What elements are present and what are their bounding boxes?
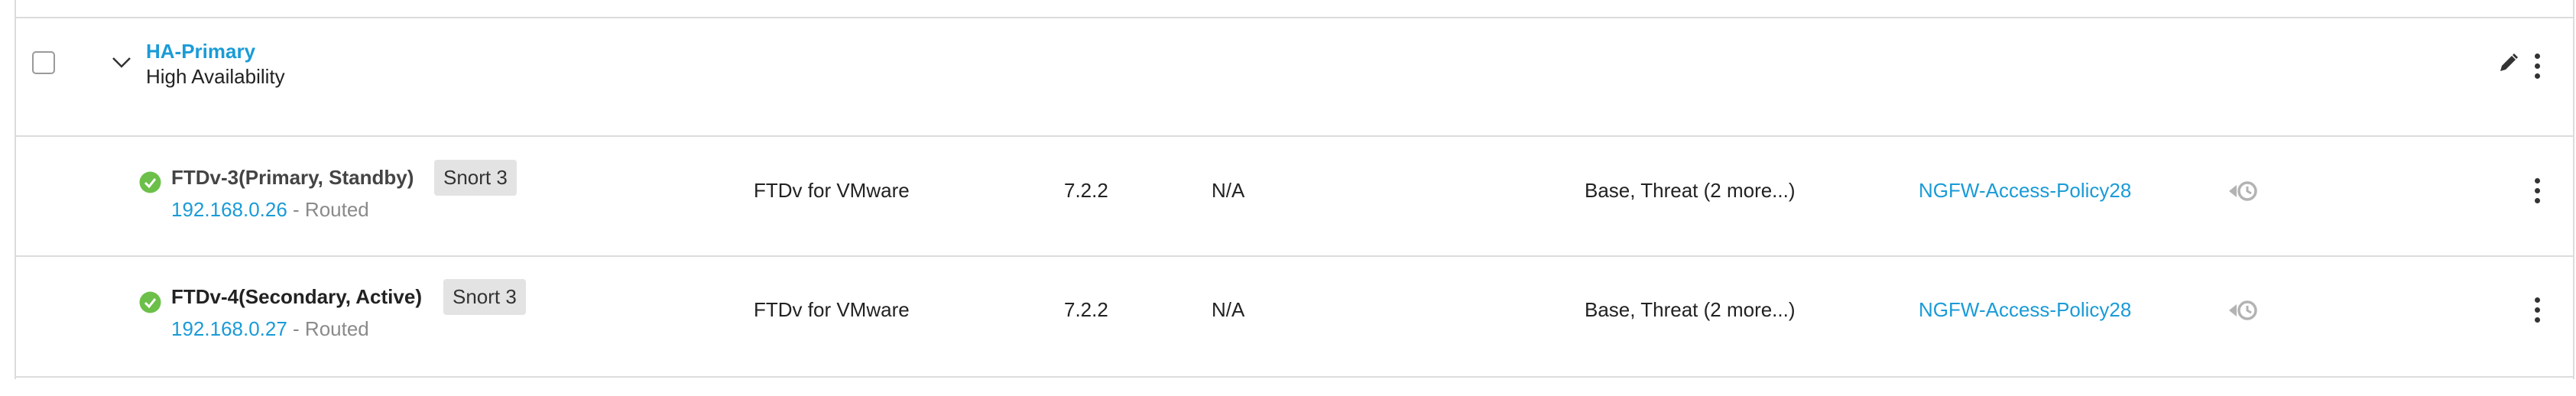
more-actions-icon[interactable] [2532,54,2542,84]
device-ip-link[interactable]: 192.168.0.27 [171,317,287,340]
row-divider [15,376,2574,378]
device-licenses: Base, Threat (2 more...) [1585,298,1796,321]
device-mode: - Routed [287,317,369,340]
device-chassis: N/A [1212,298,1245,321]
chevron-down-icon[interactable] [111,55,132,70]
device-chassis: N/A [1212,179,1245,202]
device-model: FTDv for VMware [754,179,910,202]
device-address: 192.168.0.27 - Routed [171,317,369,341]
device-version: 7.2.2 [1064,298,1108,321]
ha-group-name-link[interactable]: HA-Primary [146,40,255,63]
more-actions-icon[interactable] [2532,178,2542,209]
row-divider [15,17,2574,18]
snort-badge: Snort 3 [434,160,517,196]
device-model: FTDv for VMware [754,298,910,321]
device-mode: - Routed [287,198,369,221]
snort-badge: Snort 3 [443,279,526,315]
access-policy-link[interactable]: NGFW-Access-Policy28 [1919,179,2131,203]
check-circle-icon [139,291,161,313]
device-version: 7.2.2 [1064,179,1108,202]
device-name: FTDv-4(Secondary, Active) [171,285,422,308]
access-policy-link[interactable]: NGFW-Access-Policy28 [1919,298,2131,322]
device-address: 192.168.0.26 - Routed [171,198,369,222]
edit-pencil-icon[interactable] [2497,52,2519,75]
rollback-history-icon[interactable] [2227,178,2261,204]
device-ip-link[interactable]: 192.168.0.26 [171,198,287,221]
device-licenses: Base, Threat (2 more...) [1585,179,1796,202]
check-circle-icon [139,171,161,193]
row-divider [15,135,2574,137]
rollback-history-icon[interactable] [2227,297,2261,323]
device-name: FTDv-3(Primary, Standby) [171,166,414,189]
more-actions-icon[interactable] [2532,297,2542,328]
device-table [15,0,2574,379]
row-select-checkbox[interactable] [32,51,55,74]
row-divider [15,255,2574,257]
ha-group-type: High Availability [146,65,285,88]
